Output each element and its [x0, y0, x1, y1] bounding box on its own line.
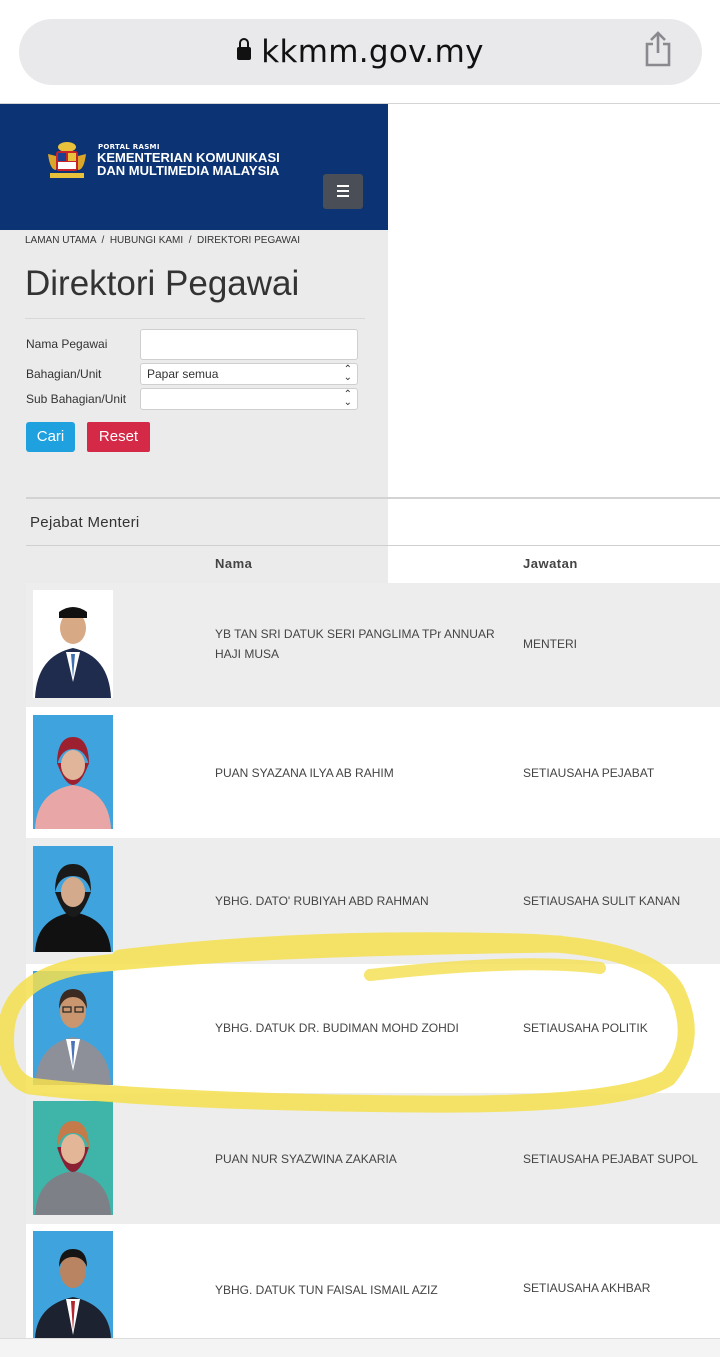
officer-name: YBHG. DATUK TUN FAISAL ISMAIL AZIZ — [215, 1283, 438, 1297]
column-header-nama: Nama — [215, 556, 253, 571]
avatar — [33, 846, 113, 952]
nama-pegawai-label: Nama Pegawai — [26, 337, 108, 351]
page-title: Direktori Pegawai — [25, 264, 300, 303]
officer-name: YBHG. DATUK DR. BUDIMAN MOHD ZOHDI — [215, 1021, 459, 1035]
share-icon[interactable] — [643, 31, 673, 67]
officer-position: MENTERI — [523, 637, 577, 651]
menu-button[interactable] — [323, 174, 363, 209]
avatar — [33, 1231, 113, 1338]
url-text: kkmm.gov.my — [261, 34, 484, 70]
officer-name: YB TAN SRI DATUK SERI PANGLIMA TPr ANNUA… — [215, 627, 495, 661]
avatar — [33, 971, 113, 1085]
section-title: Pejabat Menteri — [30, 514, 140, 531]
officer-position: SETIAUSAHA POLITIK — [523, 1021, 648, 1035]
browser-toolbar: kkmm.gov.my — [0, 0, 720, 104]
officer-position: SETIAUSAHA PEJABAT — [523, 766, 655, 780]
breadcrumb[interactable]: LAMAN UTAMA / HUBUNGI KAMI / DIREKTORI P… — [25, 235, 300, 246]
sub-bahagian-select[interactable]: ⌃ ⌄ — [140, 388, 358, 410]
hamburger-icon-bar — [337, 190, 349, 192]
officer-name: PUAN SYAZANA ILYA AB RAHIM — [215, 766, 394, 780]
malaysia-crest-logo — [48, 142, 86, 178]
avatar — [33, 715, 113, 829]
table-row: PUAN SYAZANA ILYA AB RAHIM SETIAUSAHA PE… — [26, 707, 720, 838]
column-header-jawatan: Jawatan — [523, 556, 578, 571]
table-row: YBHG. DATUK DR. BUDIMAN MOHD ZOHDI SETIA… — [26, 964, 720, 1093]
bottom-toolbar — [0, 1338, 720, 1357]
officer-position: SETIAUSAHA AKHBAR — [523, 1281, 651, 1295]
bahagian-select[interactable]: Papar semua ⌃ ⌄ — [140, 363, 358, 385]
bahagian-label: Bahagian/Unit — [26, 367, 102, 381]
table-row: YBHG. DATO' RUBIYAH ABD RAHMAN SETIAUSAH… — [26, 838, 720, 964]
table-row: YBHG. DATUK TUN FAISAL ISMAIL AZIZ SETIA… — [26, 1224, 720, 1338]
bahagian-selected-value: Papar semua — [147, 367, 219, 381]
hamburger-icon-bar — [337, 195, 349, 197]
avatar — [33, 590, 113, 698]
section-divider — [26, 497, 720, 499]
table-row: PUAN NUR SYAZWINA ZAKARIA SETIAUSAHA PEJ… — [26, 1093, 720, 1224]
sub-bahagian-label: Sub Bahagian/Unit — [26, 392, 127, 406]
officer-name: PUAN NUR SYAZWINA ZAKARIA — [215, 1152, 397, 1166]
nama-pegawai-input[interactable] — [140, 329, 358, 360]
avatar — [33, 1101, 113, 1215]
address-bar[interactable]: kkmm.gov.my — [19, 19, 702, 85]
cari-button[interactable]: Cari — [26, 422, 75, 452]
select-arrows-icon: ⌃ ⌄ — [343, 364, 352, 383]
ministry-name[interactable]: KEMENTERIAN KOMUNIKASI DAN MULTIMEDIA MA… — [97, 151, 280, 178]
officer-position: SETIAUSAHA SULIT KANAN — [523, 894, 681, 908]
divider — [25, 318, 365, 319]
hamburger-icon — [337, 185, 349, 187]
ministry-name-line2: DAN MULTIMEDIA MALAYSIA — [97, 162, 280, 178]
officer-name: YBHG. DATO' RUBIYAH ABD RAHMAN — [215, 894, 429, 908]
officer-position: SETIAUSAHA PEJABAT SUPOL — [523, 1152, 698, 1166]
select-arrows-icon: ⌃ ⌄ — [343, 389, 352, 408]
lock-icon — [237, 38, 252, 60]
reset-button[interactable]: Reset — [87, 422, 150, 452]
table-row: YB TAN SRI DATUK SERI PANGLIMA TPr ANNUA… — [26, 583, 720, 707]
url-display[interactable]: kkmm.gov.my — [19, 34, 702, 70]
table-header-divider — [26, 545, 720, 546]
